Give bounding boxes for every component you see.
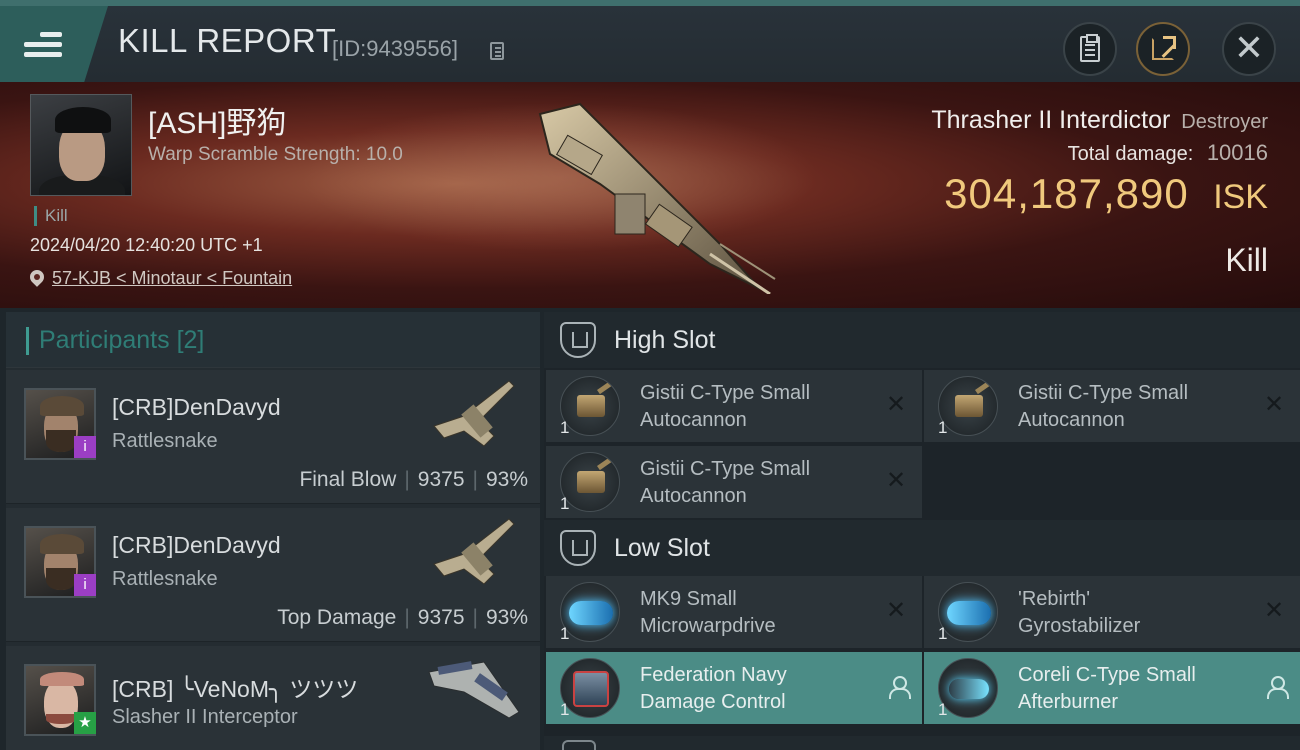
location-pin-icon (30, 270, 44, 288)
module-name: Gistii C-Type Small Autocannon (1018, 382, 1189, 431)
module-name: Federation Navy Damage Control (640, 664, 787, 713)
participants-count: [2] (176, 326, 205, 354)
top-bar: KILL REPORT [ID:9439556] ✕ (0, 0, 1300, 82)
high-slot-label: High Slot (614, 325, 716, 354)
isk-value: 304,187,890 ISK (944, 170, 1268, 218)
participant-percent: 93% (485, 468, 528, 491)
module-name: MK9 Small Microwarpdrive (640, 588, 776, 637)
victim-ship-class: Destroyer (1181, 111, 1268, 133)
next-slot-header (544, 736, 1300, 750)
module-qty: 1 (560, 494, 570, 513)
warp-scramble-strength: Warp Scramble Strength: 10.0 (148, 144, 403, 165)
module-name: Gistii C-Type Small Autocannon (640, 458, 811, 507)
participant-stats: Final Blow | 9375 | 93% (299, 468, 528, 491)
victim-name[interactable]: [ASH]野狗 (148, 98, 286, 142)
participant-name: [CRB]DenDavyd (112, 532, 281, 558)
close-button[interactable]: ✕ (1222, 22, 1276, 76)
fitting-panel: High Slot 1 Gistii C-Type Small Autocann… (544, 312, 1300, 750)
close-icon: ✕ (1233, 28, 1265, 69)
participants-label: Participants (39, 326, 170, 354)
result-label: Kill (1225, 242, 1268, 278)
total-damage-label: Total damage: (1067, 143, 1194, 165)
high-slot-icon (560, 322, 596, 358)
participant-row[interactable]: i [CRB]DenDavyd Rattlesnake Top Damage | 9… (6, 508, 540, 642)
destroyed-icon: ✕ (885, 466, 907, 494)
report-id: [ID:9439556] (332, 36, 458, 61)
module-qty: 1 (938, 700, 948, 719)
participant-ship: Rattlesnake (112, 568, 218, 590)
slot-icon (562, 740, 596, 750)
victim-ship-name: Thrasher II Interdictor (931, 106, 1171, 134)
isk-unit: ISK (1213, 178, 1268, 216)
destroyed-icon: ✕ (1263, 596, 1285, 624)
destroyed-icon: ✕ (885, 596, 907, 624)
participant-ship: Slasher II Interceptor (112, 706, 298, 728)
share-icon (1152, 36, 1176, 60)
copy-icon[interactable] (490, 42, 504, 60)
module-qty: 1 (560, 418, 570, 437)
participant-row[interactable]: i [CRB]DenDavyd Rattlesnake Final Blow | 9… (6, 370, 540, 504)
kill-location[interactable]: 57-KJB < Minotaur < Fountain (30, 268, 292, 289)
location-link[interactable]: 57-KJB < Minotaur < Fountain (52, 268, 292, 289)
kill-tag: Kill (34, 206, 68, 226)
participant-name: [CRB] ╰VeNoM╮ ツツツ (112, 676, 359, 702)
total-damage-value: 10016 (1206, 140, 1268, 165)
module-item[interactable]: 1 MK9 Small Microwarpdrive ✕ (546, 576, 922, 648)
module-qty: 1 (560, 700, 570, 719)
destroyed-icon: ✕ (885, 390, 907, 418)
module-name: Gistii C-Type Small Autocannon (640, 382, 811, 431)
module-item-dropped[interactable]: 1 Coreli C-Type Small Afterburner (924, 652, 1300, 724)
isk-amount: 304,187,890 (944, 170, 1189, 217)
menu-button[interactable] (0, 6, 108, 82)
top-damage-badge-icon: i (74, 574, 96, 596)
victim-ship-image (538, 102, 776, 294)
module-name: 'Rebirth' Gyrostabilizer (1018, 588, 1141, 637)
participant-stats: Top Damage | 9375 | 93% (277, 606, 528, 629)
clipboard-button[interactable] (1063, 22, 1117, 76)
low-slot-header: Low Slot (544, 520, 1300, 576)
total-damage: Total damage: 10016 (1068, 140, 1268, 166)
participant-ship: Rattlesnake (112, 430, 218, 452)
module-item[interactable]: 1 'Rebirth' Gyrostabilizer ✕ (924, 576, 1300, 648)
participant-name: [CRB]DenDavyd (112, 394, 281, 420)
module-name: Coreli C-Type Small Afterburner (1018, 664, 1196, 713)
dropped-person-icon (888, 676, 911, 699)
clipboard-icon (1080, 34, 1100, 62)
victim-banner: [ASH]野狗 Warp Scramble Strength: 10.0 Kil… (0, 82, 1300, 308)
participant-ship-image (428, 661, 520, 719)
participant-damage: 9375 (417, 606, 465, 629)
participant-percent: 93% (485, 606, 528, 629)
kill-report-screen: KILL REPORT [ID:9439556] ✕ [ASH]野狗 Warp … (0, 0, 1300, 750)
destroyed-icon: ✕ (1263, 390, 1285, 418)
module-qty: 1 (938, 418, 948, 437)
participants-header: Participants [2] (6, 312, 540, 368)
participant-ship-image (433, 518, 515, 585)
module-item[interactable]: 1 Gistii C-Type Small Autocannon ✕ (924, 370, 1300, 442)
page-title: KILL REPORT (118, 22, 337, 59)
kill-datetime: 2024/04/20 12:40:20 UTC +1 (30, 235, 263, 255)
star-badge-icon: ★ (74, 712, 96, 734)
module-item[interactable]: 1 Gistii C-Type Small Autocannon ✕ (546, 370, 922, 442)
participant-ship-image (433, 380, 515, 447)
module-item[interactable]: 1 Gistii C-Type Small Autocannon ✕ (546, 446, 922, 518)
high-slot-header: High Slot (544, 312, 1300, 368)
participant-row[interactable]: ★ [CRB] ╰VeNoM╮ ツツツ Slasher II Intercept… (6, 646, 540, 750)
participant-role: Final Blow (299, 468, 397, 491)
victim-ship[interactable]: Thrasher II Interdictor Destroyer (931, 106, 1268, 135)
module-qty: 1 (560, 624, 570, 643)
share-button[interactable] (1136, 22, 1190, 76)
module-item-dropped[interactable]: 1 Federation Navy Damage Control (546, 652, 922, 724)
low-slot-icon (560, 530, 596, 566)
participant-role: Top Damage (277, 606, 397, 629)
module-qty: 1 (938, 624, 948, 643)
participant-damage: 9375 (417, 468, 465, 491)
hamburger-icon (24, 27, 62, 62)
victim-portrait[interactable] (30, 94, 132, 196)
final-blow-badge-icon: i (74, 436, 96, 458)
dropped-person-icon (1266, 676, 1289, 699)
participants-panel: Participants [2] i [CRB]DenDavyd Rattles… (6, 312, 540, 750)
low-slot-label: Low Slot (614, 533, 710, 562)
